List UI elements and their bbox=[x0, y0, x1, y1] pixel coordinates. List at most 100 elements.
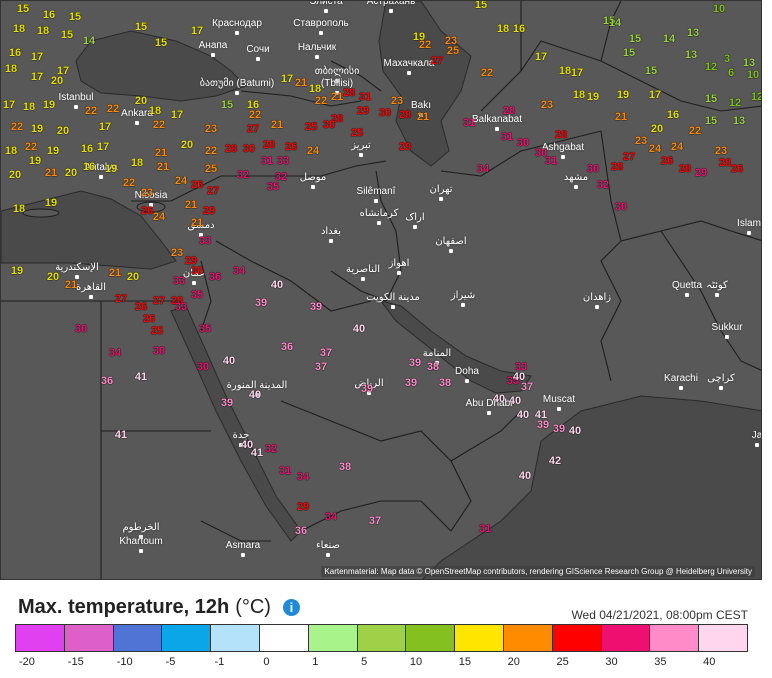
temperature-value[interactable]: 29 bbox=[203, 205, 215, 217]
temperature-value[interactable]: 22 bbox=[689, 125, 701, 137]
temperature-value[interactable]: 18 bbox=[573, 89, 585, 101]
temperature-value[interactable]: 21 bbox=[185, 199, 197, 211]
temperature-value[interactable]: 40 bbox=[493, 393, 505, 405]
temperature-value[interactable]: 18 bbox=[559, 65, 571, 77]
temperature-value[interactable]: 18 bbox=[13, 203, 25, 215]
temperature-value[interactable]: 31 bbox=[279, 465, 291, 477]
temperature-value[interactable]: 34 bbox=[297, 471, 309, 483]
temperature-value[interactable]: 25 bbox=[305, 121, 317, 133]
temperature-value[interactable]: 30 bbox=[153, 345, 165, 357]
temperature-value[interactable]: 37 bbox=[315, 361, 327, 373]
temperature-value[interactable]: 26 bbox=[143, 313, 155, 325]
temperature-value[interactable]: 33 bbox=[277, 155, 289, 167]
temperature-value[interactable]: 20 bbox=[9, 169, 21, 181]
temperature-value[interactable]: 24 bbox=[175, 175, 187, 187]
temperature-value[interactable]: 40 bbox=[223, 355, 235, 367]
temperature-value[interactable]: 26 bbox=[191, 179, 203, 191]
temperature-value[interactable]: 13 bbox=[685, 49, 697, 61]
temperature-value[interactable]: 40 bbox=[519, 470, 531, 482]
temperature-value[interactable]: 23 bbox=[635, 135, 647, 147]
temperature-value[interactable]: 30 bbox=[517, 137, 529, 149]
temperature-value[interactable]: 28 bbox=[503, 105, 515, 117]
temperature-value[interactable]: 6 bbox=[728, 67, 734, 79]
temperature-value[interactable]: 15 bbox=[475, 1, 487, 11]
temperature-value[interactable]: 20 bbox=[57, 125, 69, 137]
temperature-value[interactable]: 21 bbox=[157, 161, 169, 173]
temperature-value[interactable]: 36 bbox=[209, 271, 221, 283]
temperature-value[interactable]: 17 bbox=[31, 51, 43, 63]
temperature-value[interactable]: 39 bbox=[537, 419, 549, 431]
temperature-value[interactable]: 27 bbox=[153, 295, 165, 307]
temperature-value[interactable]: 26 bbox=[135, 301, 147, 313]
temperature-value[interactable]: 19 bbox=[617, 89, 629, 101]
weather-map[interactable]: Элиста Астрахань Краснодар Ставрополь Анапа С… bbox=[0, 0, 762, 580]
temperature-value[interactable]: 15 bbox=[155, 37, 167, 49]
temperature-value[interactable]: 16 bbox=[43, 9, 55, 21]
temperature-value[interactable]: 34 bbox=[109, 347, 121, 359]
temperature-value[interactable]: 31 bbox=[545, 155, 557, 167]
temperature-value[interactable]: 21 bbox=[65, 279, 77, 291]
temperature-value[interactable]: 41 bbox=[135, 371, 147, 383]
temperature-value[interactable]: 20 bbox=[51, 75, 63, 87]
temperature-value[interactable]: 33 bbox=[175, 301, 187, 313]
temperature-value[interactable]: 20 bbox=[135, 95, 147, 107]
temperature-value[interactable]: 37 bbox=[369, 515, 381, 527]
temperature-value[interactable]: 20 bbox=[65, 167, 77, 179]
temperature-value[interactable]: 29 bbox=[399, 141, 411, 153]
temperature-value[interactable]: 28 bbox=[611, 161, 623, 173]
temperature-value[interactable]: 17 bbox=[191, 25, 203, 37]
temperature-value[interactable]: 20 bbox=[651, 123, 663, 135]
temperature-value[interactable]: 3 bbox=[724, 53, 730, 65]
temperature-value[interactable]: 39 bbox=[361, 383, 373, 395]
temperature-value[interactable]: 26 bbox=[731, 163, 743, 175]
temperature-value[interactable]: 22 bbox=[205, 145, 217, 157]
temperature-value[interactable]: 23 bbox=[171, 247, 183, 259]
temperature-value[interactable]: 34 bbox=[325, 511, 337, 523]
temperature-value[interactable]: 12 bbox=[751, 91, 761, 103]
temperature-value[interactable]: 18 bbox=[497, 23, 509, 35]
temperature-value[interactable]: 12 bbox=[729, 97, 741, 109]
temperature-value[interactable]: 23 bbox=[141, 187, 153, 199]
temperature-value[interactable]: 18 bbox=[5, 63, 17, 75]
temperature-value[interactable]: 21 bbox=[45, 167, 57, 179]
temperature-value[interactable]: 16 bbox=[9, 47, 21, 59]
temperature-value[interactable]: 15 bbox=[17, 3, 29, 15]
temperature-value[interactable]: 40 bbox=[569, 425, 581, 437]
temperature-value[interactable]: 17 bbox=[171, 109, 183, 121]
temperature-value[interactable]: 26 bbox=[285, 141, 297, 153]
temperature-value[interactable]: 30 bbox=[615, 201, 627, 213]
temperature-value[interactable]: 28 bbox=[399, 109, 411, 121]
temperature-value[interactable]: 32 bbox=[237, 169, 249, 181]
temperature-value[interactable]: 16 bbox=[81, 143, 93, 155]
temperature-value[interactable]: 17 bbox=[571, 67, 583, 79]
temperature-value[interactable]: 19 bbox=[43, 99, 55, 111]
temperature-value[interactable]: 16 bbox=[513, 23, 525, 35]
temperature-value[interactable]: 19 bbox=[29, 155, 41, 167]
temperature-value[interactable]: 32 bbox=[265, 443, 277, 455]
temperature-value[interactable]: 13 bbox=[687, 27, 699, 39]
temperature-value[interactable]: 26 bbox=[141, 205, 153, 217]
temperature-value[interactable]: 36 bbox=[281, 341, 293, 353]
temperature-value[interactable]: 39 bbox=[405, 377, 417, 389]
temperature-value[interactable]: 15 bbox=[705, 115, 717, 127]
temperature-value[interactable]: 19 bbox=[587, 91, 599, 103]
temperature-value[interactable]: 22 bbox=[315, 95, 327, 107]
temperature-value[interactable]: 17 bbox=[3, 99, 15, 111]
temperature-value[interactable]: 17 bbox=[31, 71, 43, 83]
temperature-value[interactable]: 13 bbox=[733, 115, 745, 127]
temperature-value[interactable]: 38 bbox=[439, 377, 451, 389]
temperature-value[interactable]: 15 bbox=[623, 47, 635, 59]
temperature-value[interactable]: 28 bbox=[555, 129, 567, 141]
temperature-value[interactable]: 35 bbox=[267, 181, 279, 193]
temperature-value[interactable]: 38 bbox=[339, 461, 351, 473]
temperature-value[interactable]: 18 bbox=[131, 157, 143, 169]
temperature-value[interactable]: 14 bbox=[609, 17, 621, 29]
temperature-value[interactable]: 15 bbox=[705, 93, 717, 105]
temperature-value[interactable]: 20 bbox=[127, 271, 139, 283]
temperature-value[interactable]: 40 bbox=[513, 371, 525, 383]
temperature-value[interactable]: 22 bbox=[153, 119, 165, 131]
temperature-value[interactable]: 34 bbox=[477, 163, 489, 175]
temperature-value[interactable]: 17 bbox=[99, 121, 111, 133]
temperature-value[interactable]: 14 bbox=[663, 33, 675, 45]
temperature-value[interactable]: 21 bbox=[109, 267, 121, 279]
